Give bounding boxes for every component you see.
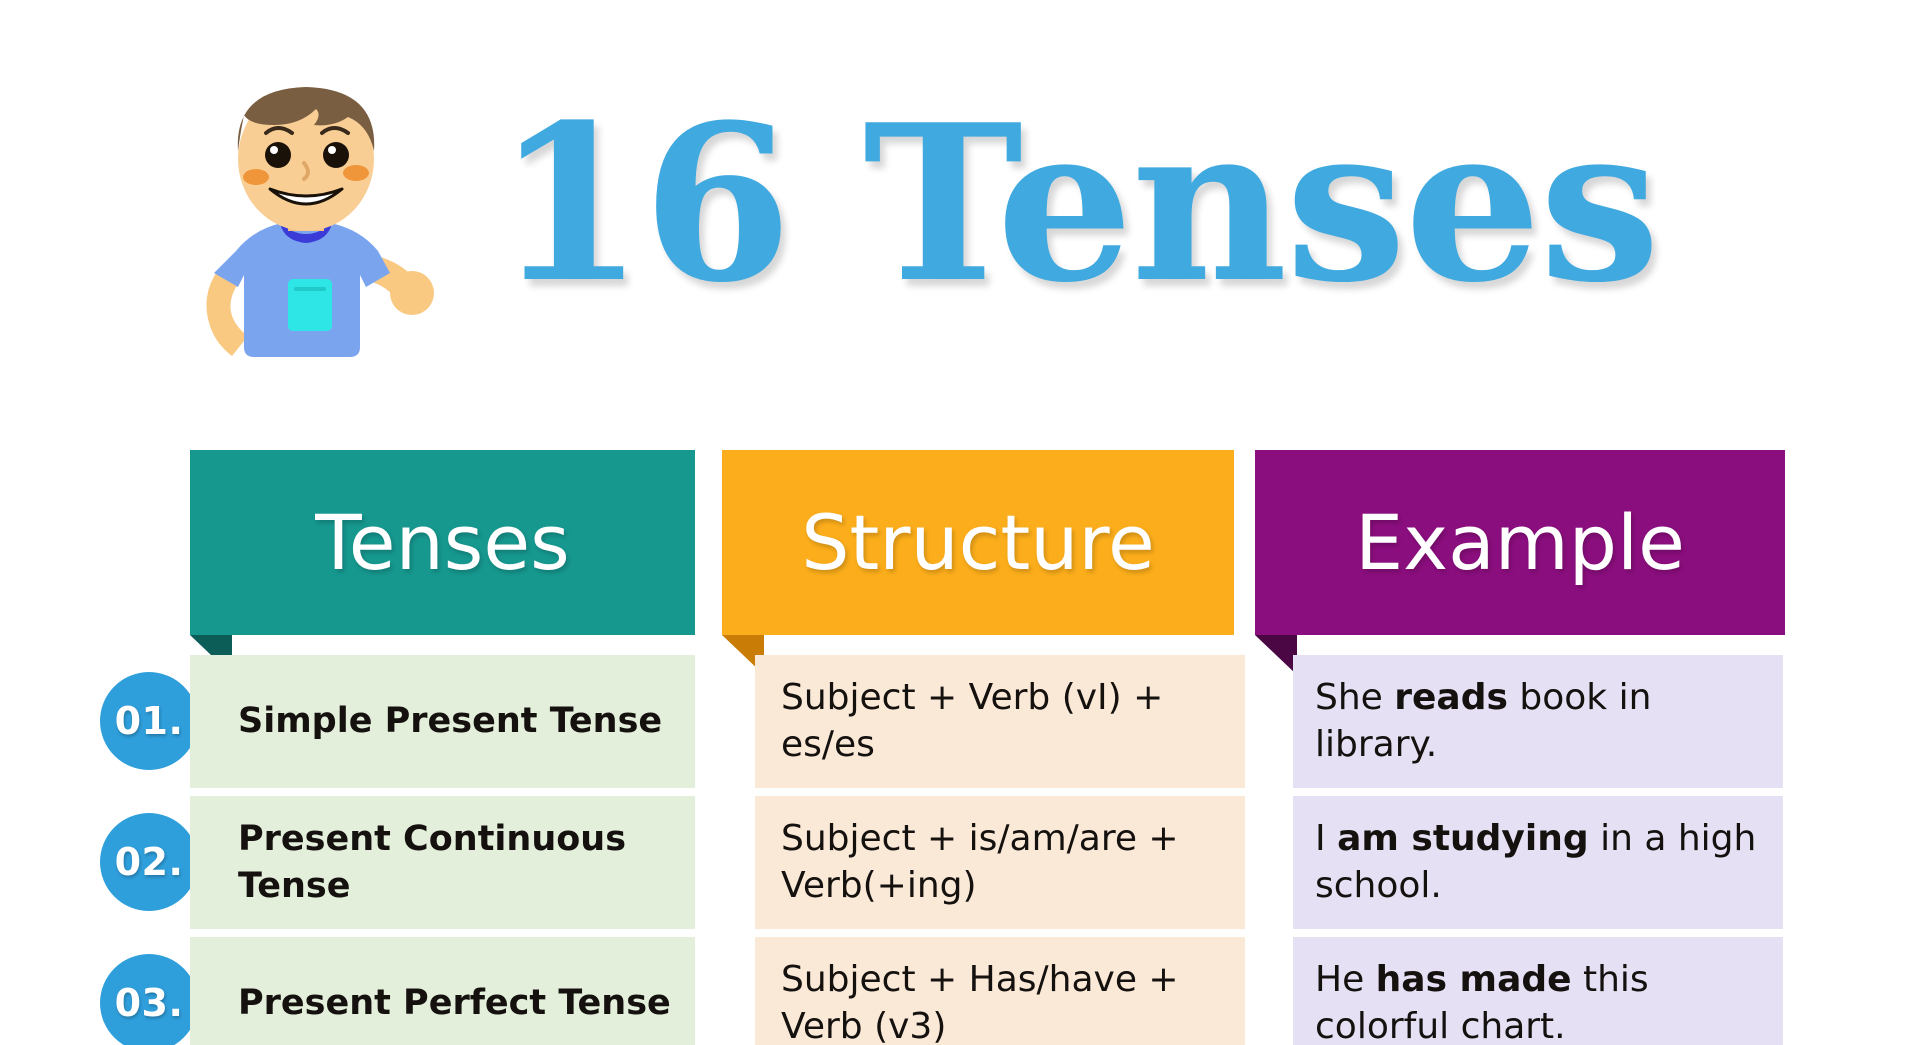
column-header-tenses: Tenses bbox=[190, 450, 695, 635]
cell-structure: Subject + is/am/are + Verb(+ing) bbox=[755, 796, 1245, 929]
row-number-badge: 01. bbox=[100, 672, 198, 770]
cell-structure: Subject + Has/have + Verb (v3) bbox=[755, 937, 1245, 1045]
column-header-structure: Structure bbox=[722, 450, 1234, 635]
cell-structure: Subject + Verb (vI) + es/es bbox=[755, 655, 1245, 788]
cell-example: He has made this colorful chart. bbox=[1293, 937, 1783, 1045]
page-title: 16 Tenses bbox=[495, 77, 1660, 330]
table-row: 03. Present Perfect Tense Subject + Has/… bbox=[0, 937, 1913, 1045]
poster-canvas: 16 Tenses Tenses Structure Example 01. S… bbox=[0, 0, 1913, 1045]
row-number-badge: 03. bbox=[100, 954, 198, 1045]
table-row: 02. Present Continuous Tense Subject + i… bbox=[0, 796, 1913, 929]
cell-example: She reads book in library. bbox=[1293, 655, 1783, 788]
boy-cartoon-illustration-icon bbox=[140, 55, 470, 385]
table-row: 01. Simple Present Tense Subject + Verb … bbox=[0, 655, 1913, 788]
column-header-example: Example bbox=[1255, 450, 1785, 635]
cell-example: I am studying in a high school. bbox=[1293, 796, 1783, 929]
cell-tense: Simple Present Tense bbox=[190, 655, 695, 788]
cell-tense: Present Continuous Tense bbox=[190, 796, 695, 929]
cell-tense: Present Perfect Tense bbox=[190, 937, 695, 1045]
row-number-badge: 02. bbox=[100, 813, 198, 911]
